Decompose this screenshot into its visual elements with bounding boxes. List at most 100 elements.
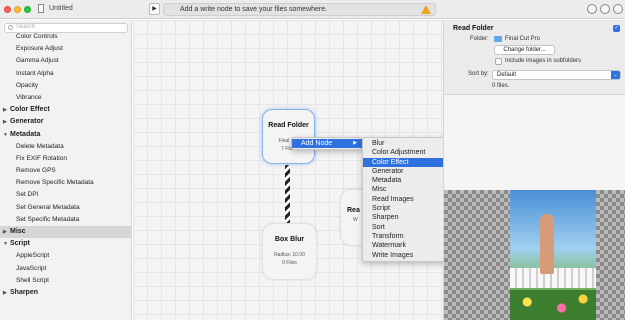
sidebar-row-label: AppleScript: [16, 252, 50, 260]
menu-item-label: Generator: [372, 167, 404, 175]
menu-item-category[interactable]: Write Images▶: [363, 251, 443, 260]
sidebar-item[interactable]: Instant Alpha: [0, 68, 131, 80]
node-enabled-checkbox[interactable]: ✓: [613, 25, 620, 32]
image-preview: [444, 190, 625, 320]
sidebar-row-label: Color Controls: [16, 33, 58, 40]
menu-item-category[interactable]: Metadata▶: [363, 176, 443, 185]
sidebar-item[interactable]: JavaScript: [0, 263, 131, 275]
sort-select[interactable]: Default ⌄: [492, 70, 621, 80]
menu-item-category[interactable]: Sharpen▶: [363, 213, 443, 222]
sidebar-row-label: Misc: [10, 228, 26, 235]
sidebar-row-label: Generator: [10, 118, 44, 126]
folder-name: Final Cut Pro: [505, 36, 541, 42]
status-bar: Add a write node to save your files some…: [163, 3, 436, 16]
close-window-button[interactable]: [4, 6, 11, 13]
disclosure-open-icon[interactable]: ▼: [3, 129, 10, 141]
sidebar-category[interactable]: ▶ Misc: [0, 226, 131, 239]
menu-item-category[interactable]: Script▶: [363, 204, 443, 213]
inspector-title: Read Folder: [453, 25, 494, 32]
sidebar-item[interactable]: Fix EXIF Rotation: [0, 153, 131, 165]
settings-icon[interactable]: [587, 4, 597, 14]
menu-item-label: Watermark: [372, 242, 406, 250]
sidebar-row-label: Remove GPS: [16, 167, 56, 175]
search-placeholder: Search: [16, 24, 36, 30]
menu-item-label: Transform: [372, 232, 404, 240]
node-canvas[interactable]: Read Folder Final Cut 7 Files Rea W Box …: [133, 20, 443, 320]
sidebar-item[interactable]: Opacity: [0, 80, 131, 92]
window-title: Untitled: [49, 5, 73, 12]
menu-item-category[interactable]: Generator▶: [363, 167, 443, 176]
sidebar-row-label: Sharpen: [10, 288, 39, 296]
inspector-panel: Read Folder ✓ Folder: Final Cut Pro Chan…: [443, 20, 625, 320]
sidebar-row-label: Exposure Adjust: [16, 45, 63, 53]
sidebar-item[interactable]: Gamma Adjust: [0, 55, 131, 67]
file-count: 0 files.: [492, 83, 510, 89]
search-field[interactable]: Search: [4, 23, 128, 33]
menu-item-category[interactable]: Read Images▶: [363, 195, 443, 204]
sidebar-item[interactable]: AppleScript: [0, 250, 131, 262]
menu-item-label: Add Node: [301, 140, 333, 147]
sidebar-row-label: Gamma Adjust: [16, 57, 59, 65]
node-title: Box Blur: [274, 236, 305, 243]
menu-item-label: Read Images: [372, 195, 414, 203]
photo-flowers: [510, 290, 596, 320]
menu-item-category[interactable]: Color Adjustment▶: [363, 148, 443, 157]
sidebar-row-label: Script: [10, 240, 30, 248]
node-box-blur[interactable]: Box Blur Radius: 10.00 0 Files: [263, 224, 316, 279]
sidebar-item[interactable]: Delete Metadata: [0, 141, 131, 153]
document-icon: [38, 4, 44, 13]
sidebar-row-label: Shell Script: [16, 276, 49, 284]
sidebar-row-label: Set DPI: [16, 191, 39, 199]
run-button[interactable]: ▶: [149, 3, 160, 15]
sidebar-item[interactable]: Set DPI: [0, 189, 131, 201]
sidebar-row-label: Remove Specific Metadata: [16, 179, 94, 187]
context-menu: Add Node ▶: [291, 137, 363, 151]
menu-item-category[interactable]: Transform▶: [363, 232, 443, 241]
disclosure-open-icon[interactable]: ▼: [3, 238, 10, 250]
sidebar-row-label: Vibrance: [16, 93, 42, 101]
disclosure-closed-icon[interactable]: ▶: [3, 116, 10, 128]
menu-item-category[interactable]: Color Effect▶: [363, 157, 443, 167]
search-icon: [8, 25, 13, 30]
warning-icon[interactable]: [421, 5, 431, 14]
sidebar-category[interactable]: ▶ Generator: [0, 116, 131, 128]
sidebar-item[interactable]: Vibrance: [0, 92, 131, 104]
sidebar-category[interactable]: ▼ Metadata: [0, 129, 131, 141]
sidebar-category[interactable]: ▶ Sharpen: [0, 287, 131, 299]
menu-item-label: Blur: [372, 140, 385, 147]
menu-item-label: Color Adjustment: [372, 149, 426, 157]
change-folder-button[interactable]: Change folder...: [494, 45, 555, 55]
menu-item-category[interactable]: Sort▶: [363, 223, 443, 232]
disclosure-closed-icon[interactable]: ▶: [3, 104, 10, 116]
sidebar-row-label: Opacity: [16, 81, 39, 89]
sidebar-item[interactable]: Shell Script: [0, 275, 131, 287]
sidebar-item[interactable]: Remove Specific Metadata: [0, 177, 131, 189]
sidebar-row-label: Set Specific Metadata: [16, 215, 80, 223]
zoom-window-button[interactable]: [24, 6, 31, 13]
inspector-header: Read Folder ✓ Folder: Final Cut Pro Chan…: [444, 20, 625, 95]
menu-item-category[interactable]: Blur▶: [363, 139, 443, 148]
info-icon[interactable]: [613, 4, 623, 14]
disclosure-closed-icon[interactable]: ▶: [3, 226, 10, 238]
sidebar-item[interactable]: Remove GPS: [0, 165, 131, 177]
sort-label: Sort by:: [468, 71, 489, 77]
sidebar-category[interactable]: ▼ Script: [0, 238, 131, 250]
sidebar-item[interactable]: Set General Metadata: [0, 202, 131, 214]
sidebar-category[interactable]: ▶ Color Effect: [0, 104, 131, 116]
menu-item-add-node[interactable]: Add Node ▶: [292, 139, 362, 149]
minimize-window-button[interactable]: [14, 6, 21, 13]
node-file-count: 0 Files: [282, 260, 297, 266]
menu-item-label: Misc: [372, 186, 387, 194]
node-connection[interactable]: [285, 165, 290, 223]
include-subfolders-checkbox[interactable]: [495, 58, 502, 65]
sidebar-row-label: JavaScript: [16, 264, 47, 272]
menu-item-category[interactable]: Watermark▶: [363, 241, 443, 250]
sidebar-item[interactable]: Set Specific Metadata: [0, 214, 131, 226]
chat-icon[interactable]: [600, 4, 610, 14]
sidebar-item[interactable]: Exposure Adjust: [0, 43, 131, 55]
node-title: Read Folder: [268, 122, 309, 129]
play-icon: ▶: [152, 6, 157, 12]
sidebar-row-label: Fix EXIF Rotation: [16, 154, 67, 162]
menu-item-category[interactable]: Misc▶: [363, 185, 443, 194]
disclosure-closed-icon[interactable]: ▶: [3, 287, 10, 299]
